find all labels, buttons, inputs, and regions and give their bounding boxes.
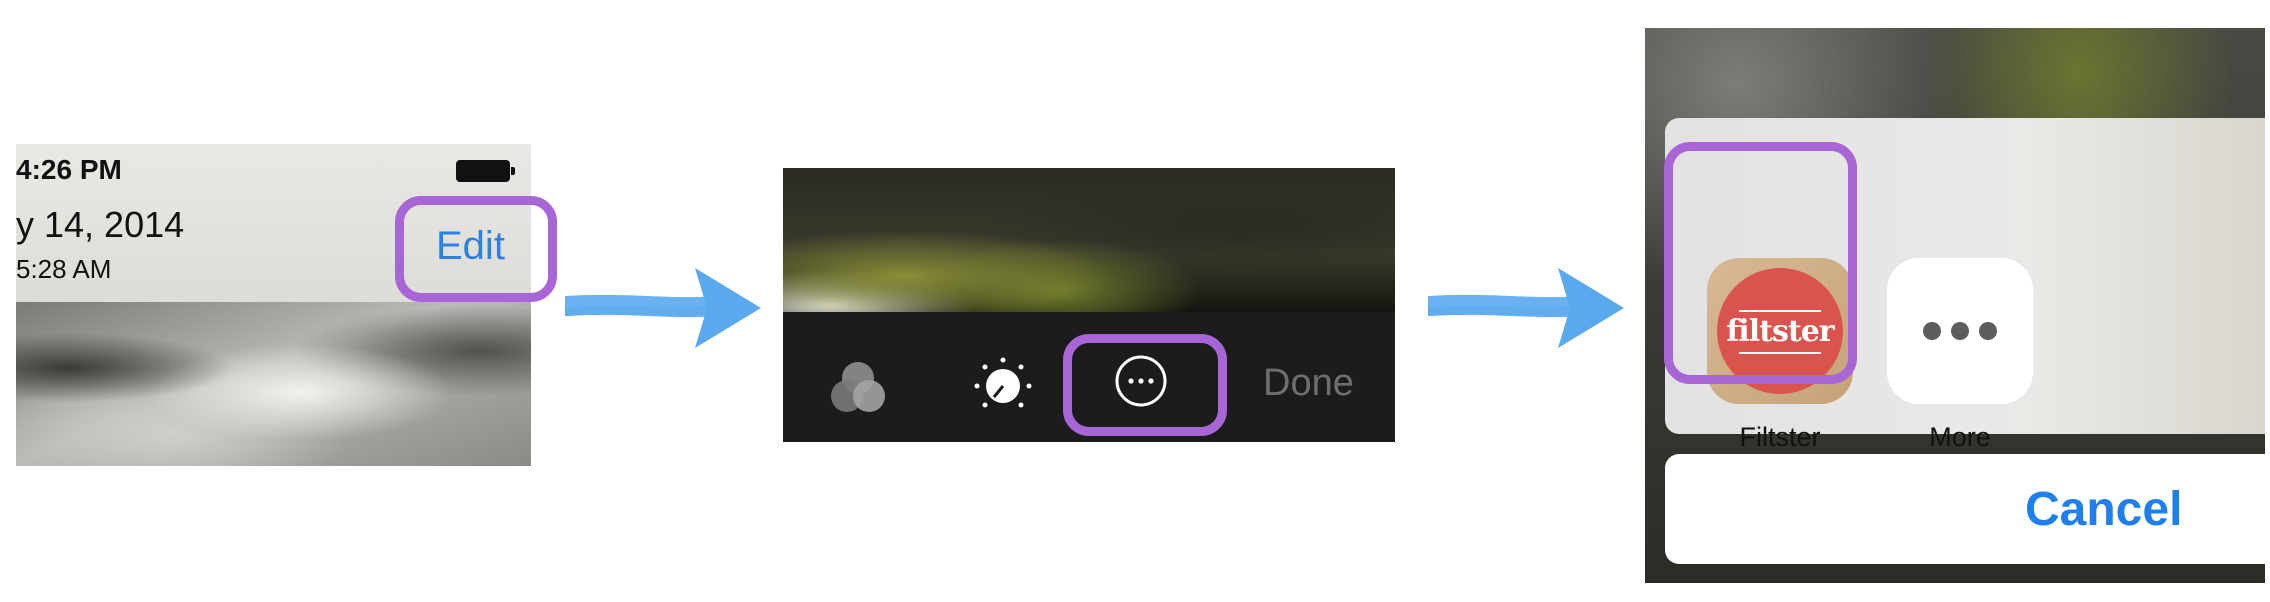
filters-icon[interactable] — [827, 360, 889, 416]
photos-detail-panel: 4:26 PM y 14, 2014 5:28 AM Edit — [16, 144, 531, 466]
status-time: 4:26 PM — [16, 154, 122, 185]
filtster-label: Filtster — [1739, 422, 1821, 452]
done-button[interactable]: Done — [1263, 362, 1354, 405]
arrow-right-icon — [1428, 268, 1624, 348]
filtster-highlight — [1664, 142, 1857, 384]
waterfall-photo — [16, 302, 531, 466]
more-label: More — [1929, 422, 1991, 452]
battery-icon — [456, 160, 515, 182]
edit-highlight — [395, 196, 557, 302]
cancel-button[interactable]: Cancel — [1665, 454, 2265, 564]
photo-time: 5:28 AM — [16, 254, 112, 284]
arrow-right-icon — [565, 268, 761, 348]
moss-rock-photo — [783, 168, 1395, 312]
more-dots-icon[interactable] — [1887, 258, 2033, 404]
dial-icon[interactable] — [973, 356, 1033, 416]
photo-date: y 14, 2014 — [16, 204, 185, 245]
cancel-label: Cancel — [2025, 483, 2183, 536]
more-highlight — [1063, 334, 1227, 436]
